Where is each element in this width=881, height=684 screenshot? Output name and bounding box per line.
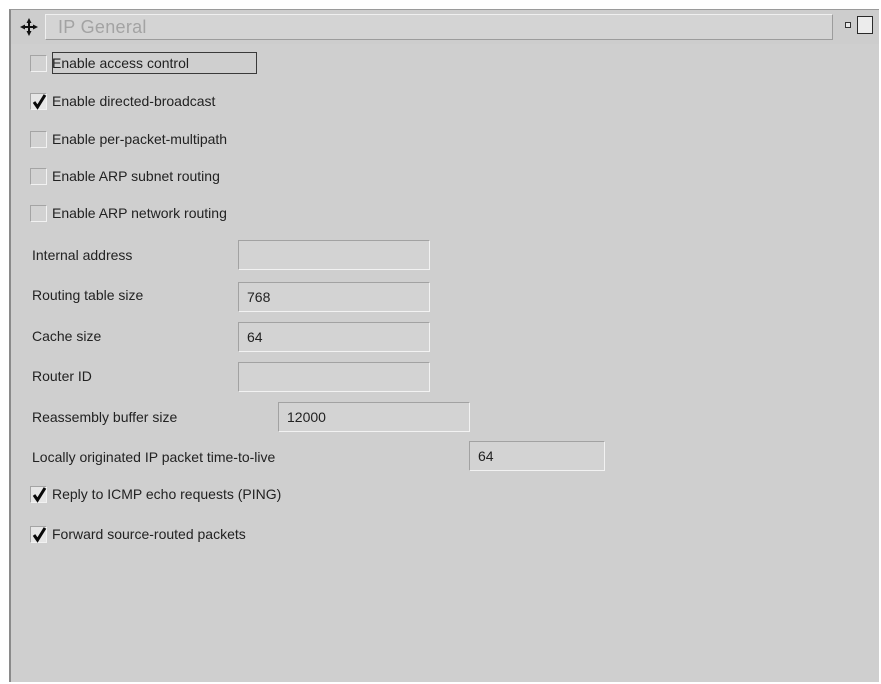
checkbox-label: Enable directed-broadcast (52, 93, 216, 109)
title-bar[interactable]: IP General (11, 10, 879, 44)
checkmark-icon (32, 487, 47, 503)
arp-subnet-routing-checkbox[interactable] (30, 168, 47, 185)
minimize-button[interactable] (845, 22, 851, 28)
routing-table-size-input[interactable] (238, 282, 430, 312)
ttl-label: Locally originated IP packet time-to-liv… (32, 449, 276, 465)
checkbox-label: Enable per-packet-multipath (52, 131, 228, 147)
router-id-label: Router ID (32, 368, 92, 384)
router-id-input[interactable] (238, 362, 430, 392)
cache-size-input[interactable] (238, 322, 430, 352)
title-field: IP General (45, 14, 833, 40)
arp-network-routing-checkbox[interactable] (30, 205, 47, 222)
checkmark-icon (32, 94, 47, 110)
checkmark-icon (32, 527, 47, 543)
move-icon[interactable] (19, 17, 39, 37)
directed-broadcast-checkbox[interactable] (30, 93, 47, 110)
window-title: IP General (58, 17, 147, 37)
reply-icmp-checkbox[interactable] (30, 486, 47, 503)
per-packet-multipath-checkbox[interactable] (30, 131, 47, 148)
checkbox-label: Enable ARP network routing (52, 205, 227, 221)
cache-size-label: Cache size (32, 328, 102, 344)
checkbox-label: Forward source-routed packets (52, 526, 246, 542)
ttl-input[interactable] (469, 441, 605, 471)
internal-address-input[interactable] (238, 240, 430, 270)
checkbox-label: Reply to ICMP echo requests (PING) (52, 486, 282, 502)
forward-source-routed-checkbox[interactable] (30, 526, 47, 543)
checkbox-label: Enable access control (52, 55, 189, 71)
maximize-button[interactable] (857, 16, 873, 34)
routing-table-size-label: Routing table size (32, 287, 144, 303)
internal-address-label: Internal address (32, 247, 133, 263)
access-control-checkbox[interactable] (30, 55, 47, 72)
reassembly-buffer-size-label: Reassembly buffer size (32, 409, 178, 425)
ip-general-panel: IP General Enable access control Enable … (9, 9, 879, 682)
checkbox-label: Enable ARP subnet routing (52, 168, 220, 184)
reassembly-buffer-size-input[interactable] (278, 402, 470, 432)
